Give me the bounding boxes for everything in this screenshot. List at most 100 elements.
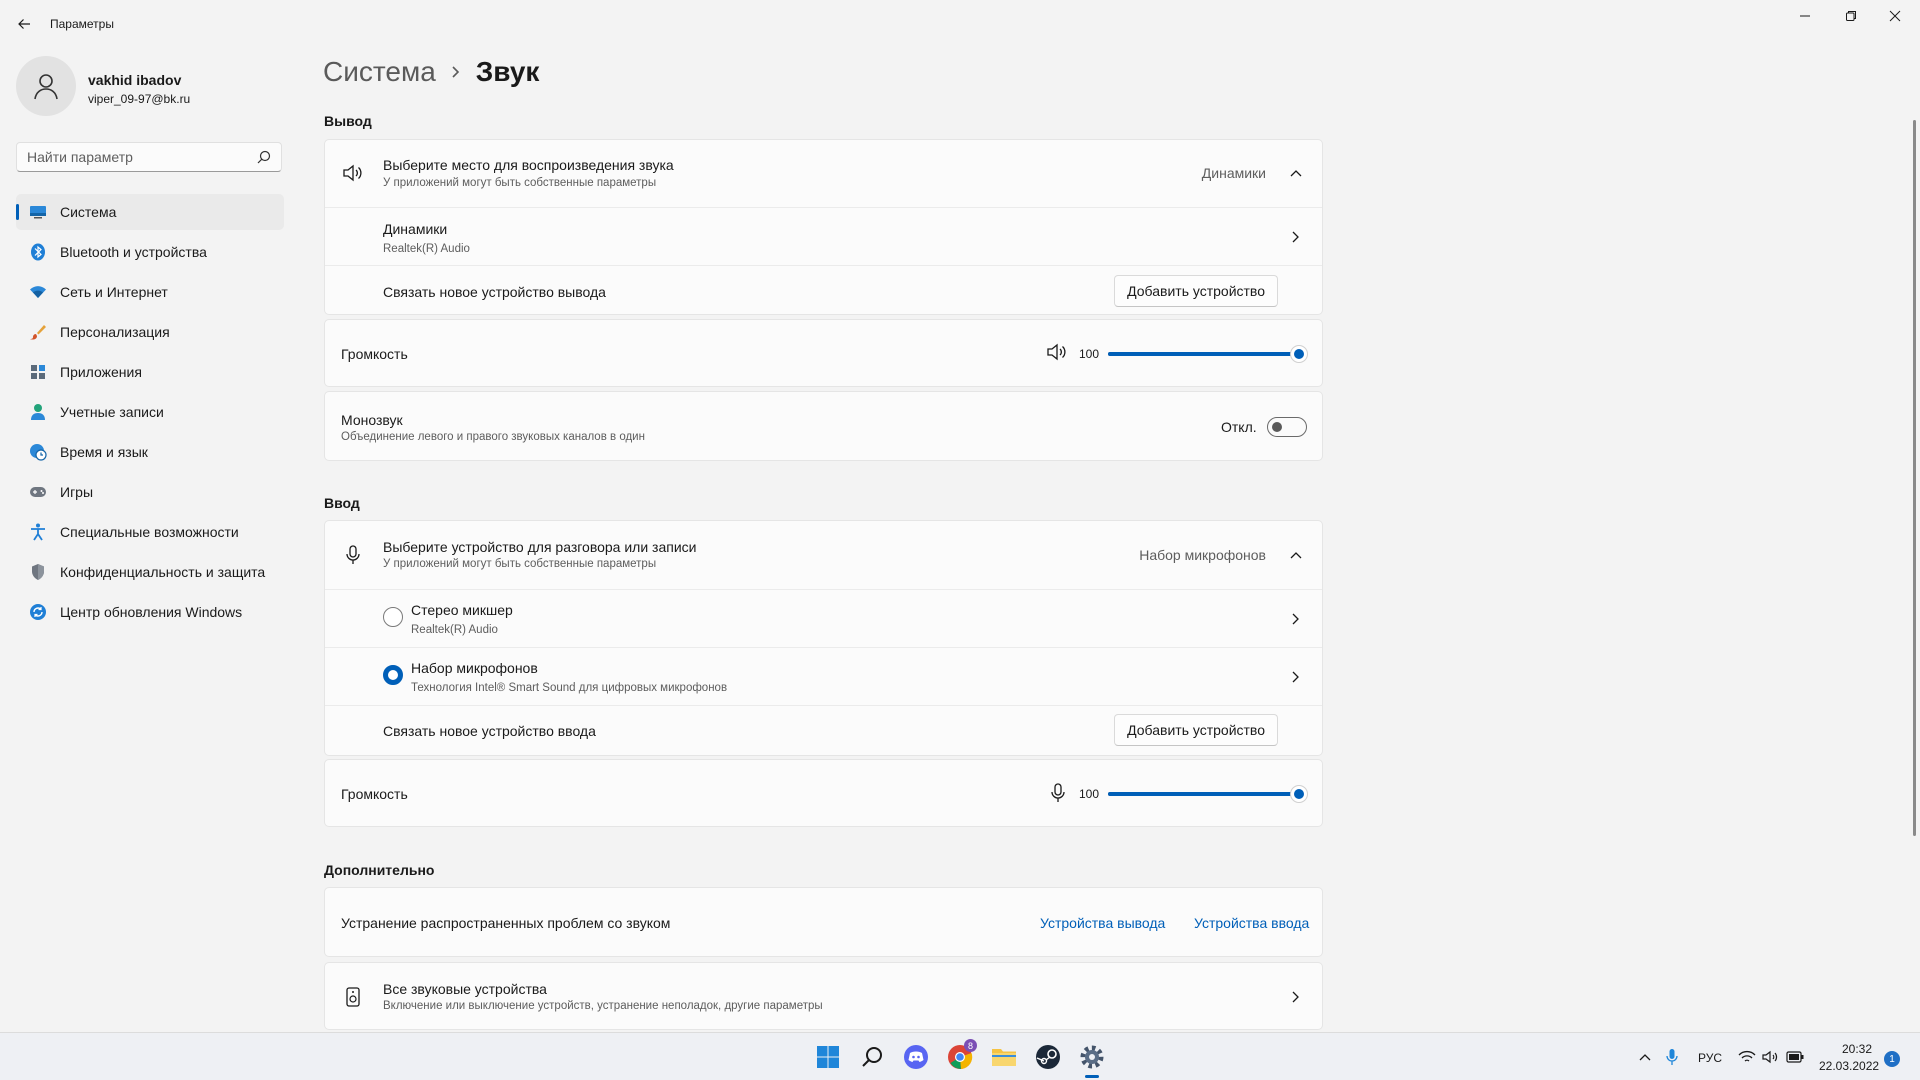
clock-date[interactable]: 22.03.2022 bbox=[1819, 1059, 1879, 1073]
sidebar-item-label: Специальные возможности bbox=[60, 524, 239, 540]
taskbar: 8 РУС 20:32 22.03.2022 1 bbox=[0, 1032, 1920, 1080]
breadcrumb: Система Звук bbox=[323, 56, 539, 88]
troubleshoot-card: Устранение распространенных проблем со з… bbox=[324, 887, 1323, 957]
output-device-sub: Realtek(R) Audio bbox=[383, 243, 470, 255]
back-button[interactable] bbox=[12, 12, 36, 36]
sidebar-item-accounts[interactable]: Учетные записи bbox=[16, 394, 284, 430]
apps-icon bbox=[28, 362, 48, 382]
notification-badge[interactable]: 1 bbox=[1884, 1051, 1900, 1067]
search-box[interactable] bbox=[16, 142, 282, 172]
sidebar-item-label: Система bbox=[60, 204, 117, 220]
sidebar-item-label: Bluetooth и устройства bbox=[60, 244, 207, 260]
output-choose-row[interactable]: Выберите место для воспроизведения звука… bbox=[325, 140, 1322, 207]
search-icon[interactable] bbox=[857, 1042, 887, 1072]
add-output-device-button[interactable]: Добавить устройство bbox=[1114, 275, 1278, 307]
mic-array-sub: Технология Intel® Smart Sound для цифров… bbox=[411, 682, 728, 694]
output-choose-title: Выберите место для воспроизведения звука bbox=[383, 157, 674, 173]
back-arrow-icon bbox=[18, 19, 30, 29]
breadcrumb-parent[interactable]: Система bbox=[323, 56, 436, 88]
system-icon bbox=[28, 202, 48, 222]
bluetooth-icon bbox=[28, 242, 48, 262]
stereo-mixer-radio[interactable] bbox=[383, 607, 403, 627]
clock-time[interactable]: 20:32 bbox=[1842, 1042, 1872, 1056]
accessibility-icon bbox=[28, 522, 48, 542]
restore-icon bbox=[1846, 11, 1856, 21]
chrome-icon[interactable]: 8 bbox=[945, 1039, 977, 1072]
chevron-right-icon[interactable] bbox=[1288, 669, 1304, 685]
output-volume-thumb[interactable] bbox=[1290, 345, 1308, 363]
discord-icon[interactable] bbox=[901, 1042, 931, 1072]
sidebar-item-gaming[interactable]: Игры bbox=[16, 474, 284, 510]
settings-icon[interactable] bbox=[1077, 1042, 1107, 1078]
input-choose-row[interactable]: Выберите устройство для разговора или за… bbox=[325, 521, 1322, 589]
input-volume-slider[interactable] bbox=[1108, 792, 1299, 796]
sidebar-item-accessibility[interactable]: Специальные возможности bbox=[16, 514, 284, 550]
microphone-volume-icon[interactable] bbox=[1051, 783, 1065, 806]
troubleshoot-output-link[interactable]: Устройства вывода bbox=[1040, 915, 1165, 931]
mono-title: Монозвук bbox=[341, 412, 403, 428]
add-input-device-button[interactable]: Добавить устройство bbox=[1114, 714, 1278, 746]
output-device-row[interactable]: Динамики Realtek(R) Audio bbox=[325, 207, 1322, 265]
sidebar-item-label: Игры bbox=[60, 484, 94, 500]
output-device-card: Выберите место для воспроизведения звука… bbox=[324, 139, 1323, 315]
section-title-input: Ввод bbox=[324, 495, 360, 511]
gamepad-icon bbox=[28, 482, 48, 502]
wifi-icon[interactable] bbox=[1737, 1047, 1757, 1067]
file-explorer-icon[interactable] bbox=[989, 1042, 1019, 1072]
volume-icon[interactable] bbox=[1761, 1047, 1781, 1067]
input-pair-label: Связать новое устройство ввода bbox=[383, 723, 596, 739]
troubleshoot-input-link[interactable]: Устройства ввода bbox=[1194, 915, 1309, 931]
chevron-right-icon[interactable] bbox=[1288, 611, 1304, 627]
close-icon bbox=[1889, 10, 1901, 22]
sidebar-item-personalization[interactable]: Персонализация bbox=[16, 314, 284, 350]
chevron-right-icon[interactable] bbox=[1288, 989, 1304, 1005]
battery-icon[interactable] bbox=[1785, 1047, 1805, 1067]
output-selected-device: Динамики bbox=[1201, 165, 1266, 181]
sidebar-item-network[interactable]: Сеть и Интернет bbox=[16, 274, 284, 310]
minimize-button[interactable] bbox=[1788, 6, 1822, 26]
chevron-up-icon[interactable] bbox=[1635, 1047, 1655, 1067]
sidebar-item-privacy[interactable]: Конфиденциальность и защита bbox=[16, 554, 284, 590]
section-title-output: Вывод bbox=[324, 113, 372, 129]
mono-state-label: Откл. bbox=[1221, 419, 1257, 435]
mic-array-radio[interactable] bbox=[383, 665, 403, 685]
steam-icon[interactable] bbox=[1033, 1042, 1063, 1072]
sidebar-item-label: Сеть и Интернет bbox=[60, 284, 168, 300]
sidebar-item-system[interactable]: Система bbox=[16, 194, 284, 230]
all-sound-devices-card[interactable]: Все звуковые устройства Включение или вы… bbox=[324, 962, 1323, 1030]
scrollbar-thumb[interactable] bbox=[1913, 120, 1916, 836]
input-volume-value: 100 bbox=[1079, 787, 1100, 801]
chevron-up-icon[interactable] bbox=[1288, 547, 1304, 563]
microphone-tray-icon[interactable] bbox=[1662, 1047, 1682, 1067]
input-device-row-stereo[interactable]: Стерео микшер Realtek(R) Audio bbox=[325, 589, 1322, 647]
close-button[interactable] bbox=[1878, 6, 1912, 26]
mono-audio-toggle[interactable] bbox=[1267, 417, 1307, 437]
chevron-up-icon[interactable] bbox=[1288, 165, 1304, 181]
section-title-advanced: Дополнительно bbox=[324, 862, 435, 878]
output-device-name: Динамики bbox=[383, 221, 448, 237]
sidebar-item-label: Центр обновления Windows bbox=[60, 604, 243, 620]
person-icon bbox=[34, 74, 58, 100]
output-volume-value: 100 bbox=[1079, 347, 1100, 361]
language-indicator[interactable]: РУС bbox=[1698, 1051, 1722, 1065]
windows-start-icon[interactable] bbox=[813, 1042, 843, 1072]
input-volume-thumb[interactable] bbox=[1290, 785, 1308, 803]
avatar[interactable] bbox=[16, 56, 76, 116]
active-app-indicator bbox=[1085, 1075, 1099, 1078]
all-devices-title: Все звуковые устройства bbox=[383, 981, 547, 997]
search-input[interactable] bbox=[17, 143, 257, 171]
page-title: Звук bbox=[475, 56, 540, 87]
sidebar-item-time-language[interactable]: Время и язык bbox=[16, 434, 284, 470]
sidebar-item-windows-update[interactable]: Центр обновления Windows bbox=[16, 594, 284, 630]
sidebar-item-label: Время и язык bbox=[60, 444, 148, 460]
output-volume-slider[interactable] bbox=[1108, 352, 1299, 356]
chevron-right-icon[interactable] bbox=[1288, 229, 1304, 245]
restore-button[interactable] bbox=[1834, 6, 1868, 26]
input-device-row-mic-array[interactable]: Набор микрофонов Технология Intel® Smart… bbox=[325, 647, 1322, 705]
speaker-volume-icon[interactable] bbox=[1046, 343, 1068, 364]
input-volume-fill bbox=[1108, 792, 1299, 796]
sidebar-nav: Система Bluetooth и устройства Сеть и Ин… bbox=[16, 194, 284, 634]
sidebar-item-bluetooth[interactable]: Bluetooth и устройства bbox=[16, 234, 284, 270]
mono-subtitle: Объединение левого и правого звуковых ка… bbox=[341, 431, 645, 443]
sidebar-item-apps[interactable]: Приложения bbox=[16, 354, 284, 390]
